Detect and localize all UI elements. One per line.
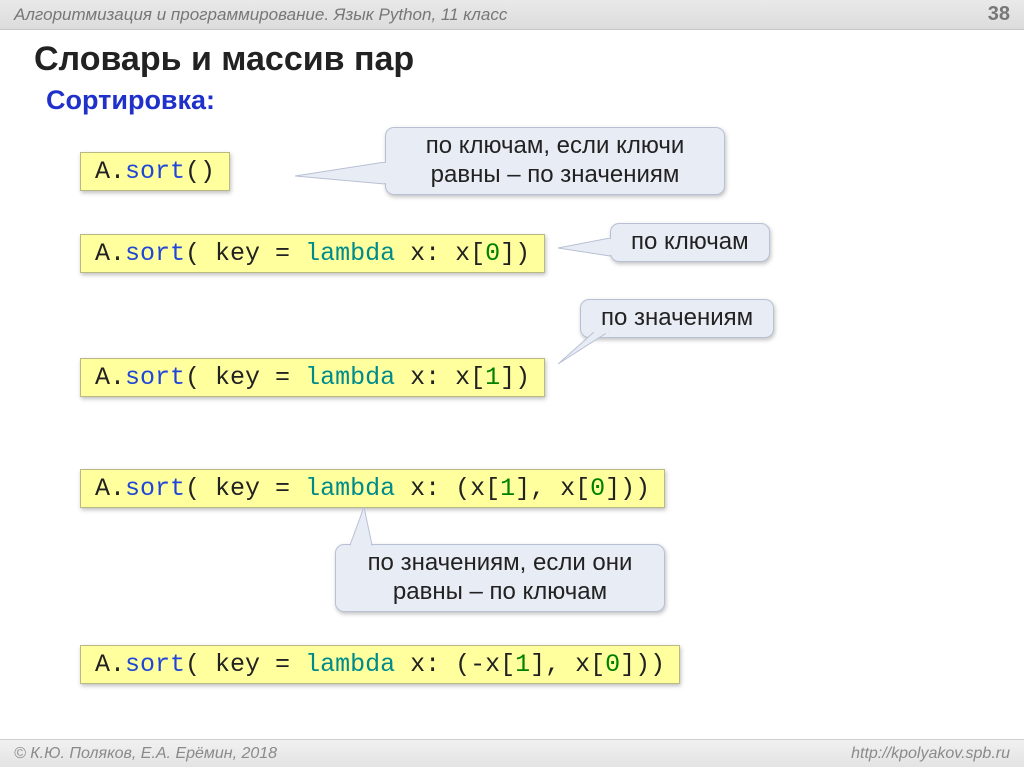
callout-tail-icon xyxy=(558,332,614,366)
slide-footer: © К.Ю. Поляков, Е.А. Ерёмин, 2018 http:/… xyxy=(0,739,1024,767)
slide-title: Словарь и массив пар xyxy=(0,30,1024,81)
code-block-4: A.sort( key = lambda x: (x[1], x[0])) xyxy=(80,469,665,508)
code-block-2: A.sort( key = lambda x: x[0]) xyxy=(80,234,545,273)
course-title: Алгоритмизация и программирование. Язык … xyxy=(14,5,507,25)
slide-content: A.sort() по ключам, если ключи равны – п… xyxy=(0,122,1024,762)
code-block-1: A.sort() xyxy=(80,152,230,191)
code-block-3: A.sort( key = lambda x: x[1]) xyxy=(80,358,545,397)
callout-line: по ключам, если ключи xyxy=(406,132,704,161)
page-number: 38 xyxy=(988,3,1010,26)
copyright-text: © К.Ю. Поляков, Е.А. Ерёмин, 2018 xyxy=(14,745,277,763)
section-subtitle: Сортировка: xyxy=(0,81,1024,122)
callout-line: по ключам xyxy=(631,228,749,255)
callout-line: равны – по ключам xyxy=(356,578,644,607)
callout-line: по значениям xyxy=(601,304,753,331)
footer-url: http://kpolyakov.spb.ru xyxy=(851,745,1010,763)
slide-header: Алгоритмизация и программирование. Язык … xyxy=(0,0,1024,30)
callout-values-keys: по значениям, если они равны – по ключам xyxy=(335,544,665,612)
callout-tail-icon xyxy=(558,238,612,260)
callout-tail-icon xyxy=(350,507,398,547)
callout-line: равны – по значениям xyxy=(406,161,704,190)
callout-by-keys: по ключам xyxy=(610,223,770,262)
callout-line: по значениям, если они xyxy=(356,549,644,578)
callout-tail-icon xyxy=(295,162,387,202)
callout-keys-values: по ключам, если ключи равны – по значени… xyxy=(385,127,725,195)
code-block-5: A.sort( key = lambda x: (-x[1], x[0])) xyxy=(80,645,680,684)
